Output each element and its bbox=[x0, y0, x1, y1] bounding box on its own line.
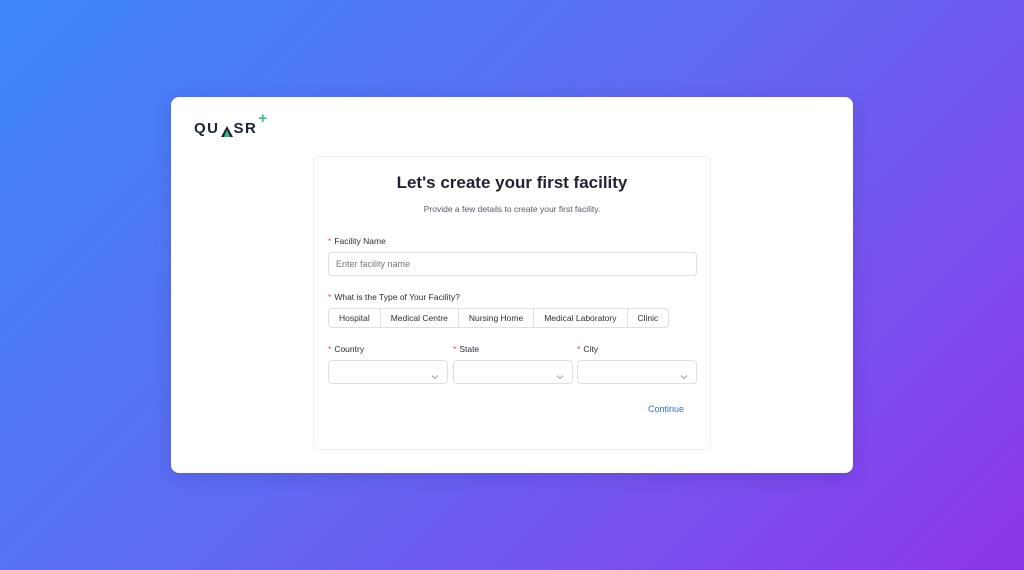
country-label: * Country bbox=[328, 344, 365, 354]
page-subtitle: Provide a few details to create your fir… bbox=[423, 204, 601, 214]
country-select[interactable] bbox=[328, 360, 448, 384]
city-select[interactable] bbox=[577, 360, 697, 384]
required-mark: * bbox=[328, 344, 332, 354]
chevron-down-icon bbox=[680, 368, 688, 380]
chevron-down-icon bbox=[556, 368, 564, 380]
setup-card: QU SR + Let's create your first facility… bbox=[171, 97, 853, 473]
facility-form: Let's create your first facility Provide… bbox=[313, 156, 711, 450]
facility-type-option-clinic[interactable]: Clinic bbox=[627, 309, 669, 327]
required-mark: * bbox=[453, 344, 457, 354]
logo-text-left: QU bbox=[194, 120, 220, 137]
facility-name-input[interactable] bbox=[328, 252, 697, 276]
quasr-logo: QU SR + bbox=[194, 111, 269, 141]
facility-type-selector: Hospital Medical Centre Nursing Home Med… bbox=[328, 308, 670, 328]
required-mark: * bbox=[328, 292, 332, 302]
chevron-down-icon bbox=[431, 368, 439, 380]
facility-name-label: * Facility Name bbox=[328, 236, 386, 246]
facility-type-option-medical-centre[interactable]: Medical Centre bbox=[380, 309, 459, 327]
required-mark: * bbox=[328, 236, 332, 246]
state-label: * State bbox=[453, 344, 480, 354]
facility-type-option-medical-laboratory[interactable]: Medical Laboratory bbox=[534, 309, 628, 327]
continue-button[interactable]: Continue bbox=[648, 404, 684, 414]
logo-plus: + bbox=[258, 110, 269, 127]
city-label: * City bbox=[577, 344, 598, 354]
state-select[interactable] bbox=[453, 360, 573, 384]
page-title: Let's create your first facility bbox=[396, 173, 628, 192]
required-mark: * bbox=[577, 344, 581, 354]
triangle-a-icon bbox=[220, 124, 233, 141]
logo-text-right: SR bbox=[233, 120, 258, 137]
facility-type-label: * What is the Type of Your Facility? bbox=[328, 292, 460, 302]
facility-type-option-hospital[interactable]: Hospital bbox=[329, 309, 381, 327]
facility-type-option-nursing-home[interactable]: Nursing Home bbox=[458, 309, 535, 327]
